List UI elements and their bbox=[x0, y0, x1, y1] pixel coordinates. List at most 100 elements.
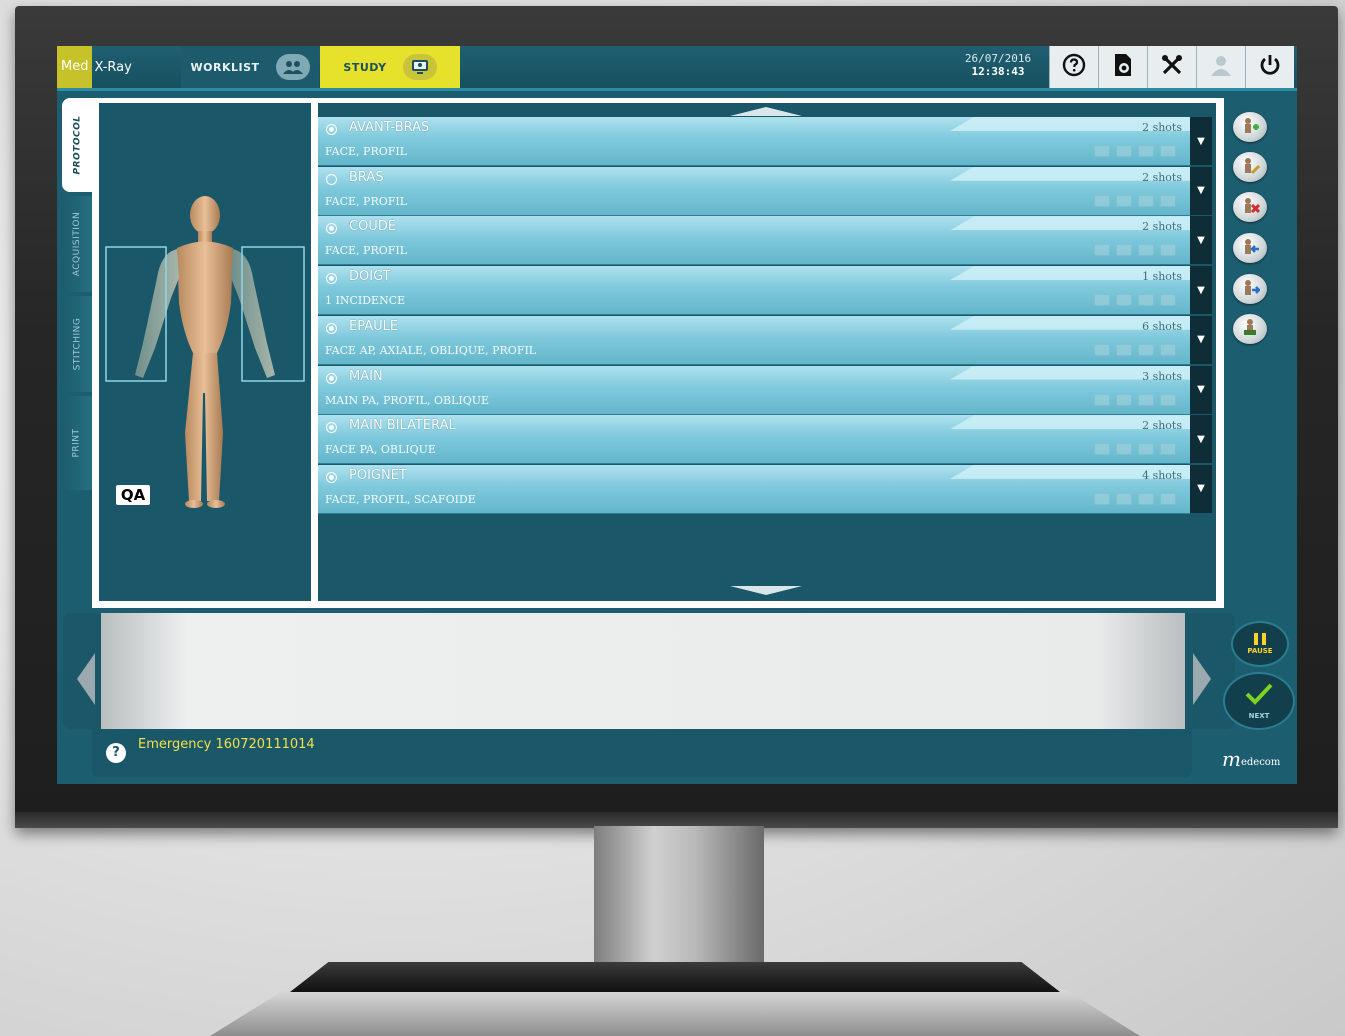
status-help-icon[interactable]: ? bbox=[106, 743, 126, 763]
row-dropdown-button[interactable]: ▼ bbox=[1190, 117, 1212, 165]
view-icon bbox=[1160, 443, 1176, 456]
document-settings-button[interactable] bbox=[1098, 46, 1147, 88]
users-icon bbox=[275, 54, 310, 80]
protocol-row[interactable]: AVANT-BRAS 2 shots FACE, PROFIL ▼ bbox=[318, 117, 1212, 166]
protocol-row[interactable]: DOIGT 1 shots 1 INCIDENCE ▼ bbox=[318, 266, 1212, 316]
logo-text: edecom bbox=[1240, 757, 1281, 768]
protocol-shots: 2 shots bbox=[1142, 170, 1182, 184]
protocol-radio[interactable] bbox=[326, 471, 337, 483]
tab-worklist-label: WORKLIST bbox=[190, 60, 260, 74]
row-dropdown-button[interactable]: ▼ bbox=[1190, 266, 1212, 315]
protocol-views: MAIN PA, PROFIL, OBLIQUE bbox=[325, 393, 490, 407]
add-protocol-button[interactable] bbox=[1233, 112, 1267, 142]
power-button[interactable] bbox=[1245, 46, 1294, 88]
protocol-views: FACE PA, OBLIQUE bbox=[325, 443, 436, 457]
scroll-up-arrow[interactable] bbox=[730, 107, 802, 116]
import-protocol-button[interactable] bbox=[1233, 233, 1267, 263]
human-body-figure[interactable] bbox=[99, 103, 311, 601]
protocol-views: FACE AP, AXIALE, OBLIQUE, PROFIL bbox=[325, 343, 537, 357]
row-dropdown-button[interactable]: ▼ bbox=[1190, 464, 1212, 513]
next-button[interactable]: NEXT bbox=[1223, 672, 1295, 730]
view-icon bbox=[1160, 294, 1176, 307]
current-time: 12:38:43 bbox=[971, 65, 1025, 78]
export-protocol-button[interactable] bbox=[1233, 274, 1267, 304]
help-button[interactable] bbox=[1049, 46, 1098, 88]
view-icon bbox=[1160, 244, 1176, 257]
tab-stitching[interactable]: STITCHING bbox=[62, 296, 92, 392]
protocol-row[interactable]: MAIN BILATERAL 2 shots FACE PA, OBLIQUE ▼ bbox=[318, 415, 1212, 465]
edit-protocol-button[interactable] bbox=[1233, 152, 1267, 182]
row-dropdown-button[interactable]: ▼ bbox=[1190, 415, 1212, 464]
protocol-shots: 2 shots bbox=[1142, 220, 1182, 234]
view-icon bbox=[1138, 145, 1154, 157]
protocol-radio[interactable] bbox=[326, 124, 337, 135]
next-arrow[interactable] bbox=[1193, 653, 1211, 705]
protocol-row[interactable]: EPAULE 6 shots FACE AP, AXIALE, OBLIQUE, P… bbox=[318, 315, 1212, 365]
export-protocol-icon bbox=[1240, 277, 1261, 301]
save-protocol-button[interactable] bbox=[1233, 314, 1267, 344]
protocol-radio[interactable] bbox=[326, 173, 337, 185]
view-icon bbox=[1094, 294, 1110, 307]
previous-arrow[interactable] bbox=[77, 653, 95, 705]
view-icon bbox=[1116, 244, 1132, 257]
protocol-view-icons bbox=[1094, 492, 1176, 505]
app-logo: Med X-Ray bbox=[57, 46, 132, 88]
view-icon bbox=[1160, 194, 1176, 207]
row-dropdown-button[interactable]: ▼ bbox=[1190, 315, 1212, 364]
view-icon bbox=[1138, 244, 1154, 257]
user-button[interactable] bbox=[1196, 46, 1245, 88]
protocol-row[interactable]: MAIN 3 shots MAIN PA, PROFIL, OBLIQUE ▼ bbox=[318, 365, 1212, 415]
view-icon bbox=[1116, 343, 1132, 356]
tab-print[interactable]: PRINT bbox=[62, 396, 92, 490]
pause-icon bbox=[1254, 633, 1266, 645]
protocol-name: DOIGT bbox=[349, 269, 391, 285]
protocol-name: AVANT-BRAS bbox=[349, 120, 430, 135]
tab-study[interactable]: STUDY bbox=[320, 46, 460, 88]
protocol-view-icons bbox=[1094, 393, 1176, 406]
row-dropdown-button[interactable]: ▼ bbox=[1190, 216, 1212, 265]
view-icon bbox=[1138, 194, 1154, 207]
view-icon bbox=[1160, 492, 1176, 505]
tab-protocol[interactable]: PROTOCOL bbox=[62, 98, 92, 192]
view-icon bbox=[1116, 294, 1132, 307]
clock: 26/07/2016 12:38:43 bbox=[953, 52, 1043, 78]
thumbnail-strip[interactable] bbox=[101, 613, 1185, 729]
protocol-radio[interactable] bbox=[326, 422, 337, 434]
view-icon bbox=[1138, 343, 1154, 356]
pause-button[interactable]: PAUSE bbox=[1231, 621, 1289, 667]
tools-button[interactable] bbox=[1147, 46, 1196, 88]
qa-badge[interactable]: QA bbox=[116, 485, 150, 505]
view-icon bbox=[1116, 145, 1132, 157]
tab-acquisition[interactable]: ACQUISITION bbox=[62, 196, 92, 292]
protocol-view-icons bbox=[1094, 343, 1176, 356]
protocol-row[interactable]: BRAS 2 shots FACE, PROFIL ▼ bbox=[318, 166, 1212, 216]
protocol-views: FACE, PROFIL, SCAFOIDE bbox=[325, 492, 476, 506]
protocol-radio[interactable] bbox=[326, 223, 337, 235]
logo-initial: m bbox=[1222, 747, 1241, 771]
document-settings-icon bbox=[1112, 53, 1134, 81]
checkmark-icon bbox=[1244, 682, 1274, 710]
delete-protocol-button[interactable] bbox=[1233, 192, 1267, 222]
row-dropdown-button[interactable]: ▼ bbox=[1190, 365, 1212, 414]
protocol-view-icons bbox=[1094, 294, 1176, 307]
protocol-row[interactable]: COUDE 2 shots FACE, PROFIL ▼ bbox=[318, 216, 1212, 266]
scroll-down-arrow[interactable] bbox=[730, 586, 802, 595]
protocol-panel: QA AVANT-BRAS 2 shots FACE, PROFIL ▼ BRAS 2 s… bbox=[92, 98, 1224, 608]
save-protocol-icon bbox=[1240, 317, 1260, 341]
delete-protocol-icon bbox=[1240, 195, 1261, 219]
tab-worklist[interactable]: WORKLIST bbox=[181, 46, 319, 88]
protocol-shots: 1 shots bbox=[1142, 270, 1182, 284]
tools-icon bbox=[1160, 53, 1184, 81]
pause-label: PAUSE bbox=[1247, 647, 1273, 655]
protocol-radio[interactable] bbox=[326, 322, 337, 334]
protocol-shots: 2 shots bbox=[1142, 419, 1182, 433]
row-dropdown-button[interactable]: ▼ bbox=[1190, 166, 1212, 215]
current-date: 26/07/2016 bbox=[964, 52, 1032, 65]
protocol-row[interactable]: POIGNET 4 shots FACE, PROFIL, SCAFOIDE ▼ bbox=[318, 464, 1212, 514]
view-icon bbox=[1094, 145, 1110, 157]
protocol-radio[interactable] bbox=[326, 372, 337, 384]
view-icon bbox=[1138, 492, 1154, 505]
view-icon bbox=[1116, 443, 1132, 456]
protocol-name: MAIN BILATERAL bbox=[349, 418, 456, 434]
protocol-radio[interactable] bbox=[326, 273, 337, 285]
